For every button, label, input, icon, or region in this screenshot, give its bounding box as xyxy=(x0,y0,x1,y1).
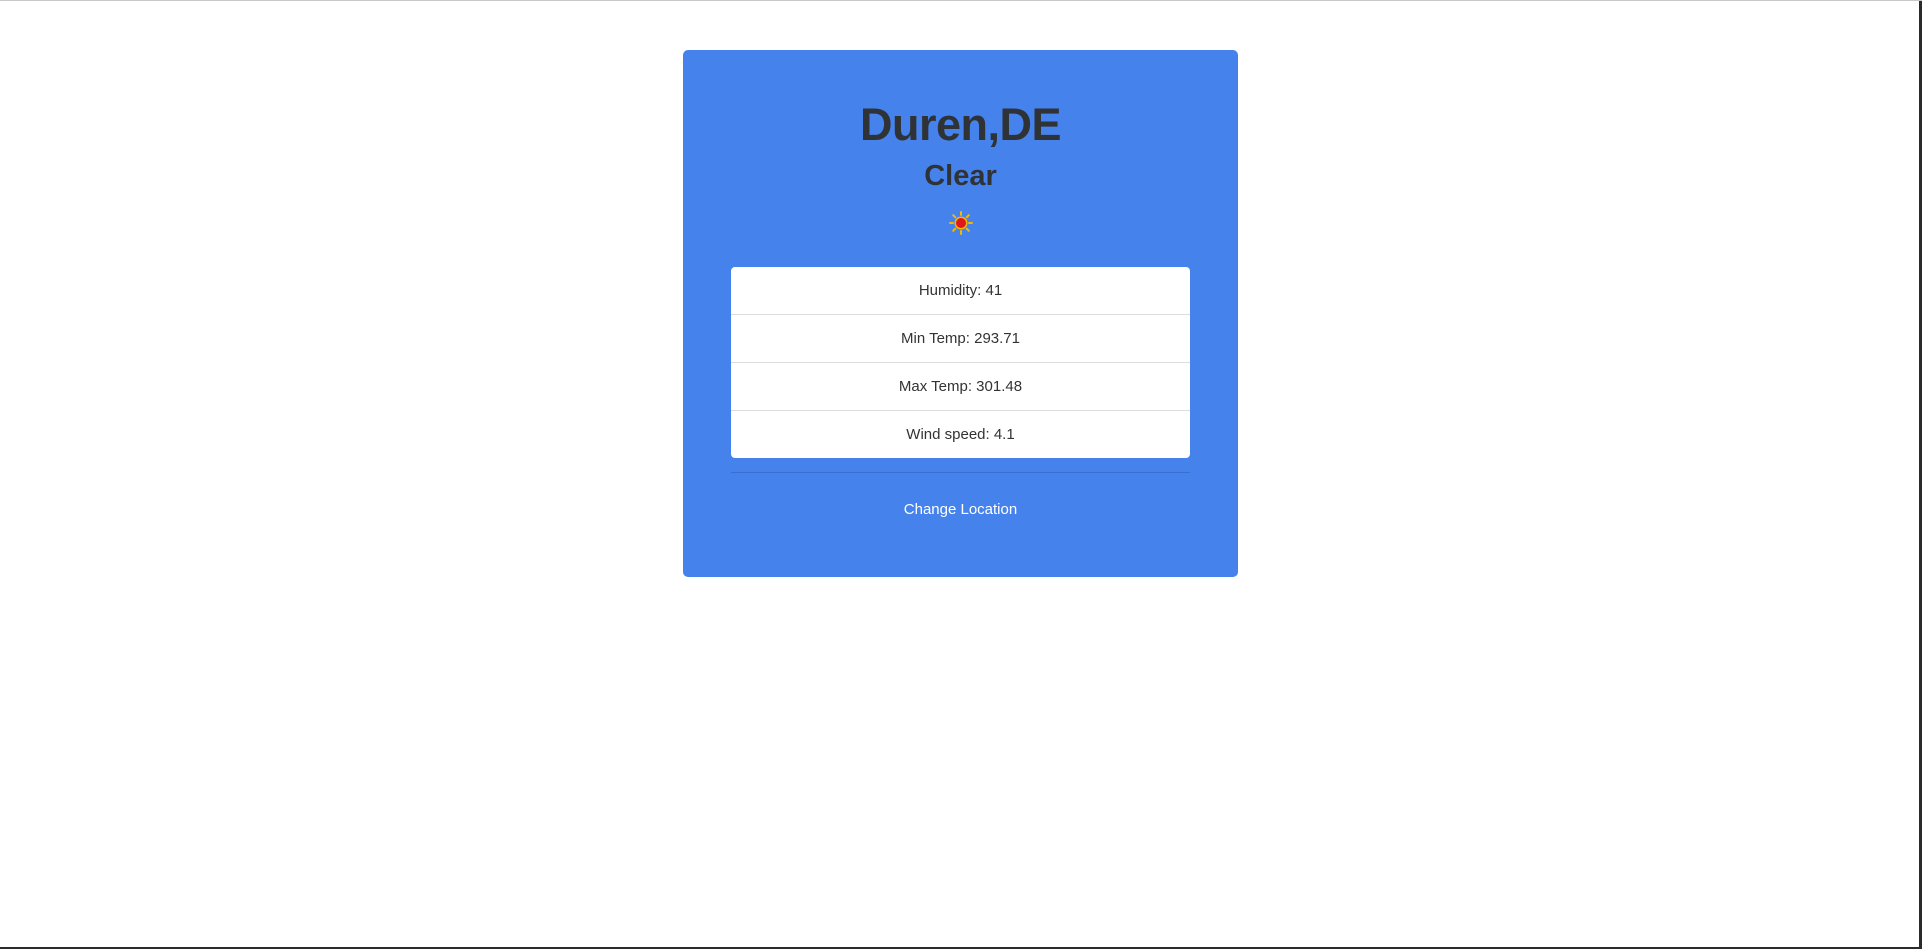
divider xyxy=(731,472,1190,473)
humidity-item: Humidity: 41 xyxy=(731,267,1190,315)
wind-speed-item: Wind speed: 4.1 xyxy=(906,426,1015,443)
weather-card: Duren,DE Clear Humidity: 41 Min Temp: 29… xyxy=(683,50,1238,577)
weather-condition: Clear xyxy=(924,160,997,192)
page: Duren,DE Clear Humidity: 41 Min Temp: 29… xyxy=(0,0,1922,949)
location-title: Duren,DE xyxy=(859,99,1062,150)
max-temp-item: Max Temp: 301.48 xyxy=(731,363,1190,411)
min-temp-item: Min Temp: 293.71 xyxy=(731,315,1190,363)
weather-details-list: Humidity: 41 Min Temp: 293.71 Max Temp: … xyxy=(731,267,1190,458)
change-location-container: Change Location xyxy=(683,500,1238,520)
sun-icon xyxy=(949,211,973,235)
change-location-link[interactable]: Change Location xyxy=(904,501,1017,518)
